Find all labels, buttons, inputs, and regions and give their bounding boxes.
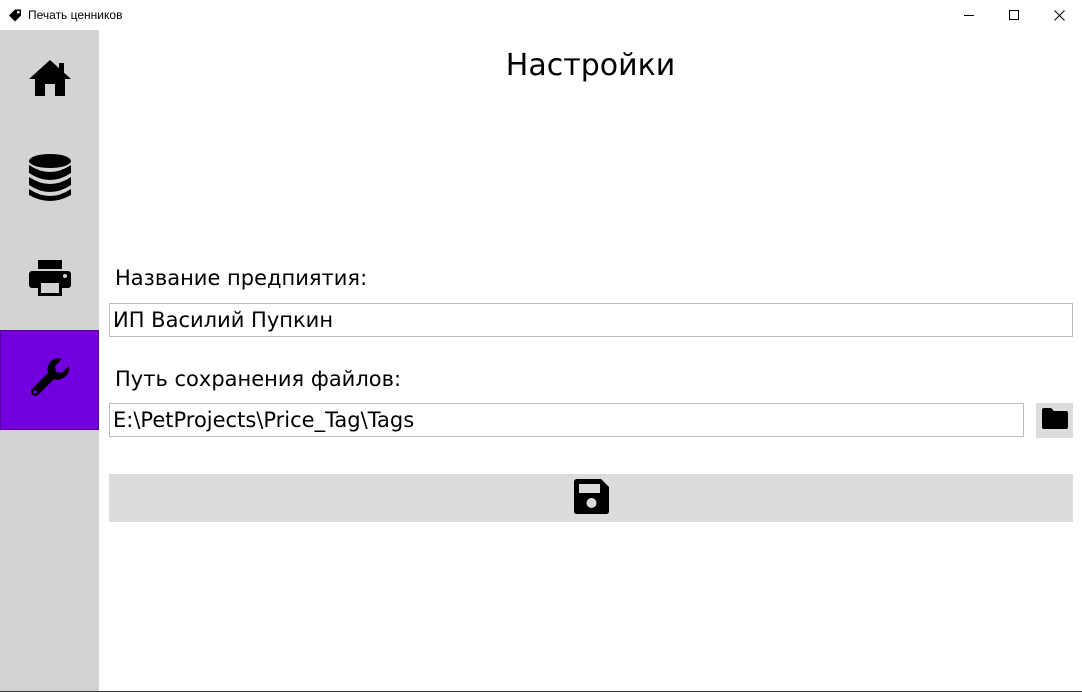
close-button[interactable] <box>1036 0 1082 30</box>
sidebar-item-home[interactable] <box>0 30 99 130</box>
folder-icon <box>1041 407 1069 434</box>
page-title: Настройки <box>505 48 676 83</box>
printer-icon <box>28 259 72 301</box>
sidebar-item-settings[interactable] <box>0 330 99 430</box>
wrench-icon <box>29 357 71 403</box>
window-title: Печать ценников <box>28 8 123 22</box>
close-icon <box>1053 9 1065 21</box>
sidebar-item-database[interactable] <box>0 130 99 230</box>
maximize-button[interactable] <box>991 0 1037 30</box>
minimize-icon <box>963 10 975 21</box>
home-icon <box>28 59 72 101</box>
browse-folder-button[interactable] <box>1036 403 1073 438</box>
app-window: Печать ценников Настройки Название предп… <box>0 0 1082 692</box>
sidebar-item-print[interactable] <box>0 230 99 330</box>
sidebar <box>0 30 99 691</box>
minimize-button[interactable] <box>946 0 992 30</box>
save-path-input[interactable]: E:\PetProjects\Price_Tag\Tags <box>109 403 1024 437</box>
maximize-icon <box>1008 9 1020 21</box>
title-bar: Печать ценников <box>0 0 1082 30</box>
save-path-label: Путь сохранения файлов: <box>115 367 402 391</box>
company-name-label: Название предпиятия: <box>115 266 368 290</box>
database-icon <box>28 153 72 207</box>
save-button[interactable] <box>109 474 1073 522</box>
tag-icon <box>8 7 22 22</box>
company-name-input[interactable]: ИП Василий Пупкин <box>109 303 1073 337</box>
floppy-disk-icon <box>573 478 610 519</box>
